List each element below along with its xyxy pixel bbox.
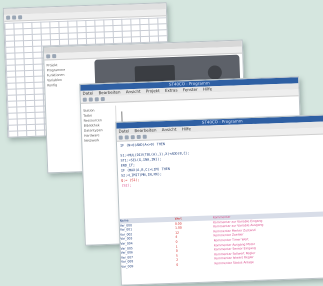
panel-knob <box>207 65 223 80</box>
menu-item[interactable]: Extras <box>165 87 178 92</box>
menu-item[interactable]: Fenster <box>183 87 198 93</box>
menu-item[interactable]: Bearbeiten <box>134 127 156 133</box>
background: { "windows": { "win1": { "title": "" }, … <box>0 0 323 286</box>
toolbar-icon[interactable] <box>12 15 17 20</box>
toolbar-icon[interactable] <box>100 97 105 102</box>
toolbar-icon[interactable] <box>52 54 57 59</box>
table-cell: 0 <box>176 262 179 267</box>
toolbar-icon[interactable] <box>18 15 23 20</box>
toolbar-icon[interactable] <box>136 134 141 140</box>
tree-item[interactable]: Netzwerk <box>84 138 114 144</box>
code-editor[interactable]: IF (N>0)AND(A<>0) THEN S1:=MUL(DIV(TBL(A… <box>117 134 323 190</box>
toolbar-icon[interactable] <box>142 134 147 139</box>
menu-item[interactable]: Hilfe <box>203 86 212 91</box>
menu-item[interactable]: Hilfe <box>182 126 191 131</box>
toolbar-icon[interactable] <box>130 135 135 140</box>
toolbar-icon[interactable] <box>82 97 87 102</box>
menu-item[interactable]: Datei <box>118 128 129 133</box>
toolbar-icon[interactable] <box>88 97 93 102</box>
menu-item[interactable]: Ansicht <box>126 89 141 95</box>
menu-item[interactable]: Ansicht <box>162 127 177 133</box>
variable-table: Name Wert Kommentar Var_000 0.00 Kommentar… <box>119 211 323 269</box>
menu-item[interactable]: Projekt <box>146 88 160 93</box>
window-code-editor[interactable]: ST40CO - Programm Datei Bearbeiten Ansic… <box>115 114 323 286</box>
toolbar-icon[interactable] <box>94 97 99 102</box>
menu-item[interactable]: Datei <box>82 90 93 95</box>
table-cell: Var_009 <box>121 264 134 269</box>
toolbar-icon[interactable] <box>46 54 51 59</box>
toolbar-icon[interactable] <box>6 15 11 20</box>
menu-item[interactable]: Bearbeiten <box>98 89 120 95</box>
toolbar-icon[interactable] <box>118 135 123 140</box>
toolbar-icon[interactable] <box>124 135 129 140</box>
